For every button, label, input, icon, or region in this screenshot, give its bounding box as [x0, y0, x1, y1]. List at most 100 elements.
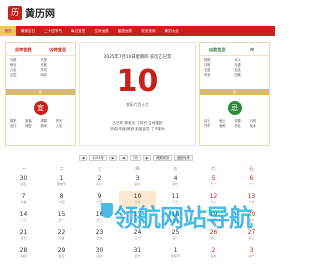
nav-item-daily[interactable]: 每日宜忌: [67, 26, 90, 36]
calendar-day-cell[interactable]: 6 十二: [233, 173, 270, 190]
next-month-icon[interactable]: ▶: [142, 155, 152, 161]
day-number: 6: [249, 175, 254, 182]
back-today-button[interactable]: 返回今天: [174, 155, 193, 161]
main-nav: 首页 黄道吉日 二十四节气 每日宜忌 生肖运势 星座运势 农历查询 黄历大全: [0, 26, 275, 36]
lunar-label: 十四: [58, 200, 65, 204]
lunar-label: 初二: [210, 236, 217, 240]
month-select[interactable]: 7月: [129, 155, 141, 161]
nav-item-zodiac[interactable]: 生肖运势: [90, 26, 113, 36]
lunar-label: 初十: [248, 254, 255, 258]
day-number: 2: [97, 175, 102, 182]
calendar-day-cell[interactable]: 29 初五: [43, 245, 80, 262]
ji-items: 动土 破土 安葬 行丧 开市 栽种 作灶 伐木: [200, 119, 269, 129]
lunar-label: 初五: [58, 254, 65, 258]
day-number: 28: [19, 247, 28, 254]
lunar-label: 小暑: [20, 200, 27, 204]
date-panel: 2025年7月10日星期四 农历乙巳年 10 农历六月十六 乙巳年 癸未月 丁卯…: [79, 42, 196, 146]
lunar-label: 初六: [96, 254, 103, 258]
nav-item-horoscope[interactable]: 星座运势: [113, 26, 136, 36]
site-name: 黄历网: [25, 9, 55, 20]
site-logo[interactable]: 历 黄历网: [8, 5, 55, 20]
site-header: 历 黄历网: [0, 0, 275, 26]
calendar-day-cell[interactable]: 5 十一: [195, 173, 232, 190]
nav-item-auspicious-days[interactable]: 黄道吉日: [16, 26, 39, 36]
list-item: 栽种: [219, 124, 226, 128]
weekday-label: 一: [21, 166, 26, 171]
left-head-lucky: 吉神宜趋: [14, 47, 32, 52]
calendar-day-cell[interactable]: 8 十四: [43, 191, 80, 208]
calendar-day-cell[interactable]: 1 建党节: [43, 173, 80, 190]
list-item: 伐木: [249, 124, 257, 128]
holiday-select[interactable]: 假期安排: [153, 155, 173, 161]
weekday-label: 四: [135, 166, 140, 171]
calendar-day-cell[interactable]: 15 廿一: [43, 209, 80, 226]
list-item: 纳采: [40, 124, 47, 128]
lunar-label: 建党节: [56, 182, 66, 186]
list-item: 出行: [10, 124, 17, 128]
lunar-date: 农历六月十六: [126, 102, 149, 107]
next-icon[interactable]: ▶: [108, 155, 118, 161]
right-head-clash: 冲: [249, 47, 254, 52]
right-panel: 凶煞宜忌 冲 劫煞 天火 月煞 月虚 五虚 血支 朱雀 四耗 忌 忌 动土 破土…: [199, 42, 270, 146]
ji-bar: 忌: [200, 89, 269, 95]
logo-icon: 历: [8, 5, 22, 20]
lunar-label: 初九: [210, 254, 217, 258]
day-number: 8: [59, 193, 64, 200]
lunar-label: 初八: [96, 182, 103, 186]
lunar-label: 大暑: [58, 236, 65, 240]
lunar-label: 初七: [134, 254, 141, 258]
big-day-number: 10: [116, 64, 159, 99]
year-select[interactable]: 2025年: [89, 155, 107, 161]
day-number: 22: [57, 229, 66, 236]
lunar-label: 初五: [20, 182, 27, 186]
calendar-day-cell[interactable]: 7 小暑: [5, 191, 42, 208]
day-number: 5: [211, 175, 216, 182]
calendar-day-cell[interactable]: 2 初八: [81, 173, 118, 190]
day-number: 2: [211, 247, 216, 254]
list-item: 朱雀: [204, 73, 211, 77]
calendar-day-cell[interactable]: 4 初十: [157, 173, 194, 190]
calendar-day-cell[interactable]: 14 二十: [5, 209, 42, 226]
nav-item-solar-terms[interactable]: 二十四节气: [40, 26, 67, 36]
calendar-day-cell[interactable]: 31 初七: [119, 245, 156, 262]
day-number: 3: [135, 175, 140, 182]
lunar-label: 初十: [172, 182, 179, 186]
left-panel: 吉神宜趋 凶神宜忌 月德 天恩 母仓 天赦 六合 不将 玉堂 鸣吠 宜 宜 祭祀…: [5, 42, 76, 146]
weekday-label: 六: [211, 166, 216, 171]
lunar-label: 十二: [248, 182, 255, 186]
lunar-label: 廿二: [96, 218, 103, 222]
list-item: 四耗: [234, 73, 241, 77]
day-number: 30: [95, 247, 104, 254]
calendar-day-cell[interactable]: 28 初四: [5, 245, 42, 262]
lunar-label: 十一: [210, 182, 217, 186]
right-gods-list: 劫煞 天火 月煞 月虚 五虚 血支 朱雀 四耗: [200, 56, 269, 80]
day-number: 30: [19, 175, 28, 182]
calendar-day-cell[interactable]: 30 初五: [5, 173, 42, 190]
day-number: 31: [133, 247, 142, 254]
day-number: 1: [59, 175, 64, 182]
nav-item-almanac[interactable]: 黄历大全: [160, 26, 183, 36]
lunar-label: 二十: [20, 218, 27, 222]
calendar-day-cell[interactable]: 23 廿九: [81, 227, 118, 244]
weekday-label: 五: [173, 166, 178, 171]
watermark-shield-icon: [101, 203, 113, 218]
calendar-day-cell[interactable]: 3 初十: [233, 245, 270, 262]
lunar-label: 建军节: [170, 254, 180, 258]
day-number: 4: [173, 175, 178, 182]
calendar-day-cell[interactable]: 30 初六: [81, 245, 118, 262]
day-number: 1: [173, 247, 178, 254]
list-item: 鸣吠: [40, 73, 47, 77]
calendar-day-cell[interactable]: 3 初九: [119, 173, 156, 190]
prev-month-icon[interactable]: ◀: [119, 155, 128, 161]
right-panel-head: 凶煞宜忌 冲: [200, 43, 269, 56]
list-item: 玉堂: [10, 73, 17, 77]
nav-item-lunar[interactable]: 农历查询: [137, 26, 160, 36]
lunar-label: 初一: [172, 236, 179, 240]
calendar-day-cell[interactable]: 1 建军节: [157, 245, 194, 262]
nav-item-home[interactable]: 首页: [0, 26, 17, 36]
calendar-day-cell[interactable]: 22 大暑: [43, 227, 80, 244]
calendar-day-cell[interactable]: 21 廿七: [5, 227, 42, 244]
prev-icon[interactable]: ◀: [79, 155, 88, 161]
calendar-day-cell[interactable]: 2 初九: [195, 245, 232, 262]
lunar-label: 初九: [134, 182, 141, 186]
